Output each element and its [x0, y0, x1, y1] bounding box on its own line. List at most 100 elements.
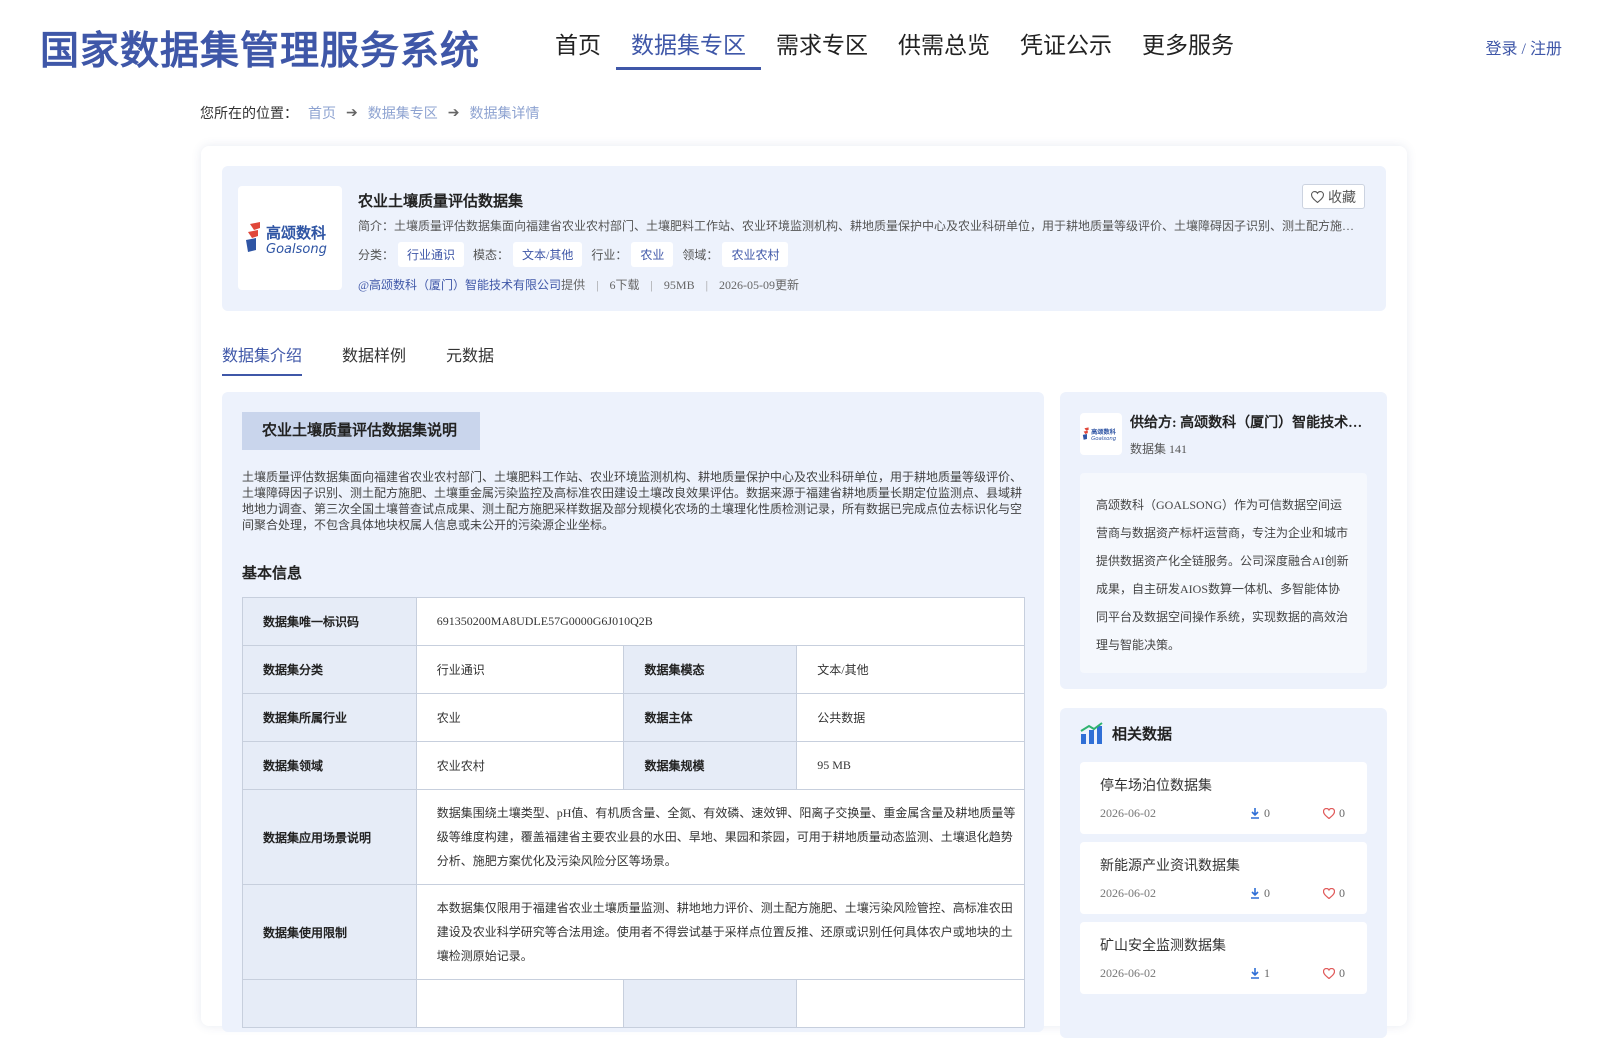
dataset-detail-card: 高颂数科 Goalsong 农业土壤质量评估数据集 简介：土壤质量评估数据集面向…	[201, 146, 1407, 1038]
supplier-description: 高颂数科（GOALSONG）作为可信数据空间运营商与数据资产标杆运营商，专注为企…	[1080, 473, 1367, 673]
table-row: 数据集所属行业 农业 数据主体 公共数据	[242, 693, 1025, 742]
heart-icon	[1311, 190, 1324, 203]
breadcrumb-datasets[interactable]: 数据集专区	[368, 103, 438, 123]
related-title-text: 相关数据	[1112, 726, 1173, 743]
info-value: 本数据集仅限用于福建省农业土壤质量监测、耕地地力评价、测土配方施肥、土壤污染风险…	[415, 884, 1026, 980]
table-row	[242, 979, 1025, 1028]
svg-text:高颂数科: 高颂数科	[1091, 428, 1117, 436]
tag-modality[interactable]: 文本/其他	[513, 242, 583, 267]
heart-icon	[1323, 808, 1335, 819]
nav-home[interactable]: 首页	[540, 26, 616, 68]
related-item[interactable]: 停车场泊位数据集 2026-06-02 0 0	[1080, 762, 1367, 834]
heart-icon	[1323, 888, 1335, 899]
tag-label-modality: 模态：	[473, 248, 510, 262]
heart-icon	[1323, 968, 1335, 979]
breadcrumb-prefix: 您所在的位置：	[200, 107, 298, 122]
tag-label-industry: 行业：	[591, 248, 628, 262]
related-item[interactable]: 新能源产业资讯数据集 2026-06-02 0 0	[1080, 842, 1367, 914]
dataset-header: 高颂数科 Goalsong 农业土壤质量评估数据集 简介：土壤质量评估数据集面向…	[222, 166, 1386, 311]
main-nav: 首页 数据集专区 需求专区 供需总览 凭证公示 更多服务	[540, 26, 1249, 70]
svg-text:Goalsong: Goalsong	[1091, 436, 1117, 442]
nav-overview[interactable]: 供需总览	[883, 26, 1005, 68]
nav-datasets[interactable]: 数据集专区	[616, 26, 761, 70]
breadcrumb: 您所在的位置： 首页 ➔ 数据集专区 ➔ 数据集详情	[200, 103, 539, 123]
provider-suffix: 提供	[561, 278, 586, 292]
svg-text:高颂数科: 高颂数科	[266, 224, 326, 242]
info-label: 数据集使用限制	[242, 884, 417, 980]
tab-sample[interactable]: 数据样例	[342, 342, 406, 374]
tag-label-domain: 领域：	[682, 248, 719, 262]
intro-panel: 农业土壤质量评估数据集说明 土壤质量评估数据集面向福建省农业农村部门、土壤肥料工…	[222, 392, 1044, 1032]
site-brand[interactable]: 国家数据集管理服务系统	[40, 20, 480, 76]
info-value: 公共数据	[796, 693, 1025, 742]
basic-info-table: 数据集唯一标识码 691350200MA8UDLE57G0000G6J010Q2…	[242, 597, 1026, 1028]
download-count: 6下载	[609, 278, 640, 292]
dataset-title: 农业土壤质量评估数据集	[358, 194, 524, 210]
tag-label-category: 分类：	[358, 248, 395, 262]
provider-link[interactable]: @高颂数科（厦门）智能技术有限公司	[358, 278, 561, 292]
detail-tabs: 数据集介绍 数据样例 元数据	[222, 342, 494, 376]
supplier-name[interactable]: 供给方: 高颂数科（厦门）智能技术有限公司	[1130, 412, 1370, 432]
dataset-size: 95MB	[663, 278, 695, 292]
related-item-downloads: 0	[1264, 806, 1270, 820]
info-label: 数据集应用场景说明	[242, 789, 417, 885]
info-value: 农业	[415, 693, 625, 742]
info-label: 数据集唯一标识码	[242, 597, 417, 646]
download-icon	[1251, 808, 1259, 819]
info-label: 数据集规模	[623, 741, 798, 790]
supplier-panel: 高颂数科 Goalsong 供给方: 高颂数科（厦门）智能技术有限公司 数据集 …	[1060, 392, 1387, 689]
table-row: 数据集分类 行业通识 数据集模态 文本/其他	[242, 645, 1025, 694]
info-value: 行业通识	[415, 645, 625, 694]
download-icon	[1251, 968, 1259, 979]
favorite-label: 收藏	[1328, 190, 1356, 206]
table-row: 数据集应用场景说明 数据集围绕土壤类型、pH值、有机质含量、全氮、有效磷、速效钾…	[242, 789, 1026, 885]
svg-text:Goalsong: Goalsong	[266, 242, 327, 257]
login-register-link[interactable]: 登录 / 注册	[1486, 35, 1562, 59]
tab-metadata[interactable]: 元数据	[446, 342, 494, 374]
info-value: 数据集围绕土壤类型、pH值、有机质含量、全氮、有效磷、速效钾、阳离子交换量、重金…	[415, 789, 1026, 885]
related-item-favs: 0	[1339, 886, 1345, 900]
tab-intro[interactable]: 数据集介绍	[222, 342, 303, 376]
related-item-downloads: 0	[1264, 886, 1270, 900]
tag-industry[interactable]: 农业	[631, 242, 674, 267]
dataset-summary: 简介：土壤质量评估数据集面向福建省农业农村部门、土壤肥料工作站、农业环境监测机构…	[358, 219, 1358, 233]
goalsong-logo-icon: 高颂数科 Goalsong	[246, 222, 327, 257]
info-value: 农业农村	[415, 741, 625, 790]
info-label: 数据主体	[623, 693, 798, 742]
intro-title: 农业土壤质量评估数据集说明	[242, 412, 480, 450]
info-label: 数据集领域	[242, 741, 417, 790]
top-header: 国家数据集管理服务系统 首页 数据集专区 需求专区 供需总览 凭证公示 更多服务…	[0, 0, 1600, 88]
info-label: 数据集模态	[623, 645, 798, 694]
info-label: 数据集所属行业	[242, 693, 417, 742]
table-row: 数据集唯一标识码 691350200MA8UDLE57G0000G6J010Q2…	[242, 597, 1026, 646]
tag-domain[interactable]: 农业农村	[722, 242, 789, 267]
nav-demands[interactable]: 需求专区	[761, 26, 883, 68]
related-item-favs: 0	[1339, 966, 1345, 980]
dataset-tags: 分类： 行业通识 模态： 文本/其他 行业： 农业 领域： 农业农村	[358, 242, 797, 267]
related-item-name[interactable]: 矿山安全监测数据集	[1100, 935, 1226, 955]
breadcrumb-detail: 数据集详情	[469, 107, 540, 122]
goalsong-logo-icon: 高颂数科 Goalsong	[1082, 427, 1117, 442]
info-value: 文本/其他	[796, 645, 1025, 694]
supplier-logo[interactable]: 高颂数科 Goalsong	[1080, 413, 1122, 455]
nav-credentials[interactable]: 凭证公示	[1005, 26, 1127, 68]
table-row: 数据集使用限制 本数据集仅限用于福建省农业土壤质量监测、耕地地力评价、测土配方施…	[242, 884, 1026, 980]
related-item-date: 2026-06-02	[1100, 966, 1156, 980]
tag-category[interactable]: 行业通识	[398, 242, 465, 267]
bar-chart-icon	[1080, 722, 1103, 744]
supplier-dataset-count: 数据集 141	[1130, 442, 1188, 456]
favorite-button[interactable]: 收藏	[1302, 184, 1365, 209]
breadcrumb-home[interactable]: 首页	[308, 103, 336, 123]
related-panel: 相关数据 停车场泊位数据集 2026-06-02 0 0 新能源产业资讯数据集 …	[1060, 708, 1387, 1038]
arrow-right-icon: ➔	[447, 105, 460, 121]
related-item-date: 2026-06-02	[1100, 806, 1156, 820]
basic-info-title: 基本信息	[242, 566, 303, 582]
arrow-right-icon: ➔	[346, 105, 358, 121]
nav-more[interactable]: 更多服务	[1127, 26, 1249, 68]
related-item-name[interactable]: 停车场泊位数据集	[1100, 775, 1212, 795]
related-item-downloads: 1	[1264, 966, 1270, 980]
download-icon	[1251, 888, 1259, 899]
related-item-name[interactable]: 新能源产业资讯数据集	[1100, 855, 1240, 875]
related-item[interactable]: 矿山安全监测数据集 2026-06-02 1 0	[1080, 922, 1367, 994]
info-value: 95 MB	[796, 741, 1025, 790]
